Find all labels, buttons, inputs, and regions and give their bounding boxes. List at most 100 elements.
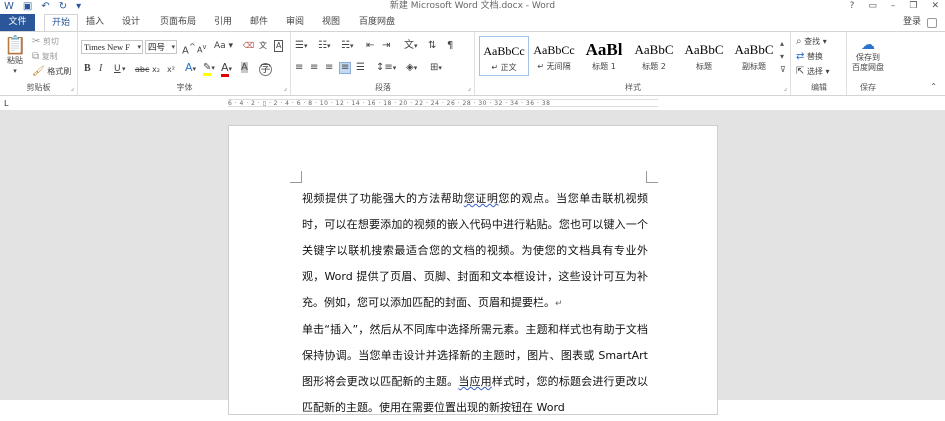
paragraph-1: 视频提供了功能强大的方法帮助您证明您的观点。当您单击联机视频时，可以在想要添加的… — [302, 186, 648, 317]
underline-button[interactable]: U — [114, 64, 121, 74]
document-page[interactable]: 视频提供了功能强大的方法帮助您证明您的观点。当您单击联机视频时，可以在想要添加的… — [228, 125, 718, 415]
clear-format-icon[interactable]: ⌫ — [243, 41, 254, 51]
clipboard-group-label: 剪贴板 — [26, 83, 51, 92]
dialog-launcher-icon[interactable]: ⌟ — [784, 84, 787, 92]
distributed-icon[interactable]: ☰ — [356, 63, 365, 73]
paste-button[interactable]: 📋 粘贴 ▾ — [4, 36, 26, 76]
collapse-ribbon-icon[interactable]: ⌃ — [930, 82, 937, 92]
grow-font-button[interactable]: A^ — [182, 41, 196, 56]
copy-icon: ⧉ — [32, 51, 40, 62]
tab-view[interactable]: 视图 — [318, 14, 344, 31]
bold-button[interactable]: B — [84, 64, 91, 74]
tab-review[interactable]: 审阅 — [282, 14, 308, 31]
align-center-icon[interactable]: ≡ — [310, 63, 318, 73]
font-group: Times New F ▾ 四号 ▾ A^ Av Aa ▾ ⌫ 文 A B I … — [79, 32, 291, 95]
dialog-launcher-icon[interactable]: ⌟ — [468, 84, 471, 92]
cloud-icon: ☁ — [861, 37, 875, 53]
find-button[interactable]: ⌕ 查找 ▾ — [796, 37, 827, 47]
login-link[interactable]: 登录 — [903, 14, 921, 31]
font-color-icon[interactable]: A▾ — [221, 61, 232, 77]
justify-icon[interactable]: ≡ — [339, 62, 352, 74]
font-name-dropdown[interactable]: Times New F ▾ — [81, 40, 143, 54]
italic-button[interactable]: I — [99, 64, 102, 74]
style-heading-1[interactable]: AaBl 标题 1 — [579, 36, 629, 76]
document-body[interactable]: 视频提供了功能强大的方法帮助您证明您的观点。当您单击联机视频时，可以在想要添加的… — [302, 186, 648, 421]
save-to-baidu-label-2: 百度网盘 — [852, 63, 884, 72]
increase-indent-icon[interactable]: ⇥ — [382, 41, 390, 51]
copy-button[interactable]: ⧉ 复制 — [32, 52, 58, 62]
font-size-dropdown[interactable]: 四号 ▾ — [145, 40, 177, 54]
sort-icon[interactable]: ⇅ — [428, 41, 436, 51]
help-icon[interactable]: ? — [850, 0, 855, 12]
strikethrough-button[interactable]: abc — [135, 65, 149, 75]
select-button[interactable]: ⇱ 选择 ▾ — [796, 67, 830, 77]
style-no-spacing[interactable]: AaBbCc ↵ 无间隔 — [529, 36, 579, 76]
style-name: ↵ 无间隔 — [537, 62, 571, 71]
phonetic-guide-icon[interactable]: 文 — [259, 41, 267, 51]
chevron-down-icon: ▾ — [13, 67, 17, 75]
tab-design[interactable]: 设计 — [118, 14, 144, 31]
style-name: 标题 1 — [592, 62, 616, 71]
dialog-launcher-icon[interactable]: ⌟ — [284, 84, 287, 92]
align-right-icon[interactable]: ≡ — [325, 63, 333, 73]
style-subtitle[interactable]: AaBbC 副标题 — [729, 36, 779, 76]
search-icon: ⌕ — [796, 36, 802, 47]
tab-insert[interactable]: 插入 — [82, 14, 108, 31]
character-shading-icon[interactable]: A — [241, 62, 248, 73]
multilevel-list-icon[interactable]: ☵▾ — [341, 41, 353, 51]
save-to-baidu-button[interactable]: ☁ 保存到 百度网盘 — [848, 37, 888, 73]
numbering-icon[interactable]: ☷▾ — [318, 41, 330, 51]
minimize-icon[interactable]: – — [891, 0, 896, 12]
style-normal[interactable]: AaBbCc ↵ 正文 — [479, 36, 529, 76]
borders-icon[interactable]: ⊞▾ — [430, 63, 442, 73]
tab-home[interactable]: 开始 — [44, 14, 78, 32]
horizontal-ruler[interactable]: L 6 · 4 · 2 · ▯ · 2 · 4 · 6 · 8 · 10 · 1… — [0, 97, 945, 109]
font-size-value: 四号 — [148, 42, 166, 52]
tab-file[interactable]: 文件 — [0, 14, 35, 31]
scissors-icon: ✂ — [32, 36, 41, 47]
tab-mailings[interactable]: 邮件 — [246, 14, 272, 31]
cut-button[interactable]: ✂ 剪切 — [32, 37, 59, 47]
decrease-indent-icon[interactable]: ⇤ — [366, 41, 374, 51]
paragraph-2: 单击“插入”，然后从不同库中选择所需元素。主题和样式也有助于文档保持协调。当您单… — [302, 317, 648, 421]
chevron-down-icon: ▾ — [171, 43, 175, 51]
shrink-font-button[interactable]: Av — [197, 42, 206, 56]
cursor-icon: ⇱ — [796, 66, 805, 77]
close-icon[interactable]: ✕ — [931, 0, 939, 12]
styles-scroll[interactable]: ▴ ▾ ⊽ — [780, 37, 786, 76]
paste-label: 粘贴 — [7, 56, 23, 65]
grammar-flag: 您证明 — [463, 192, 499, 205]
style-title[interactable]: AaBbC 标题 — [679, 36, 729, 76]
line-spacing-icon[interactable]: ↕≡▾ — [376, 63, 396, 73]
tab-page-layout[interactable]: 页面布局 — [155, 14, 201, 31]
chinese-layout-icon[interactable]: 文▾ — [404, 41, 418, 51]
clipboard-group: 📋 粘贴 ▾ ✂ 剪切 ⧉ 复制 🖌 格式刷 剪贴板 ⌟ — [0, 32, 78, 95]
user-icon[interactable] — [927, 18, 937, 28]
text-effects-icon[interactable]: A▾ — [185, 62, 196, 74]
save-to-baidu-label-1: 保存到 — [856, 53, 880, 62]
show-marks-icon[interactable]: ¶ — [447, 41, 453, 51]
change-case-button[interactable]: Aa ▾ — [214, 41, 233, 51]
grammar-flag: 当应用 — [458, 375, 492, 388]
dialog-launcher-icon[interactable]: ⌟ — [71, 84, 74, 92]
editing-group-label: 编辑 — [811, 83, 827, 92]
superscript-button[interactable]: x² — [167, 65, 175, 75]
chevron-down-icon[interactable]: ▾ — [122, 64, 126, 74]
enclosed-character-icon[interactable]: 字 — [259, 63, 272, 76]
character-border-icon[interactable]: A — [274, 40, 284, 52]
tab-selector-icon[interactable]: L — [4, 99, 12, 108]
style-preview: AaBbC — [734, 42, 774, 57]
bullets-icon[interactable]: ☰▾ — [295, 41, 307, 51]
format-painter-button[interactable]: 🖌 格式刷 — [32, 67, 71, 77]
style-name: ↵ 正文 — [491, 63, 517, 72]
highlight-icon[interactable]: ✎▾ — [203, 62, 215, 76]
ribbon-display-icon[interactable]: ▭ — [868, 0, 877, 12]
align-left-icon[interactable]: ≡ — [295, 63, 303, 73]
shading-icon[interactable]: ◈▾ — [406, 63, 417, 73]
tab-references[interactable]: 引用 — [210, 14, 236, 31]
replace-button[interactable]: ⇄ 替换 — [796, 52, 823, 62]
subscript-button[interactable]: x₂ — [152, 65, 160, 75]
restore-icon[interactable]: ❐ — [909, 0, 917, 12]
style-heading-2[interactable]: AaBbC 标题 2 — [629, 36, 679, 76]
tab-baidu-netdisk[interactable]: 百度网盘 — [354, 14, 400, 31]
